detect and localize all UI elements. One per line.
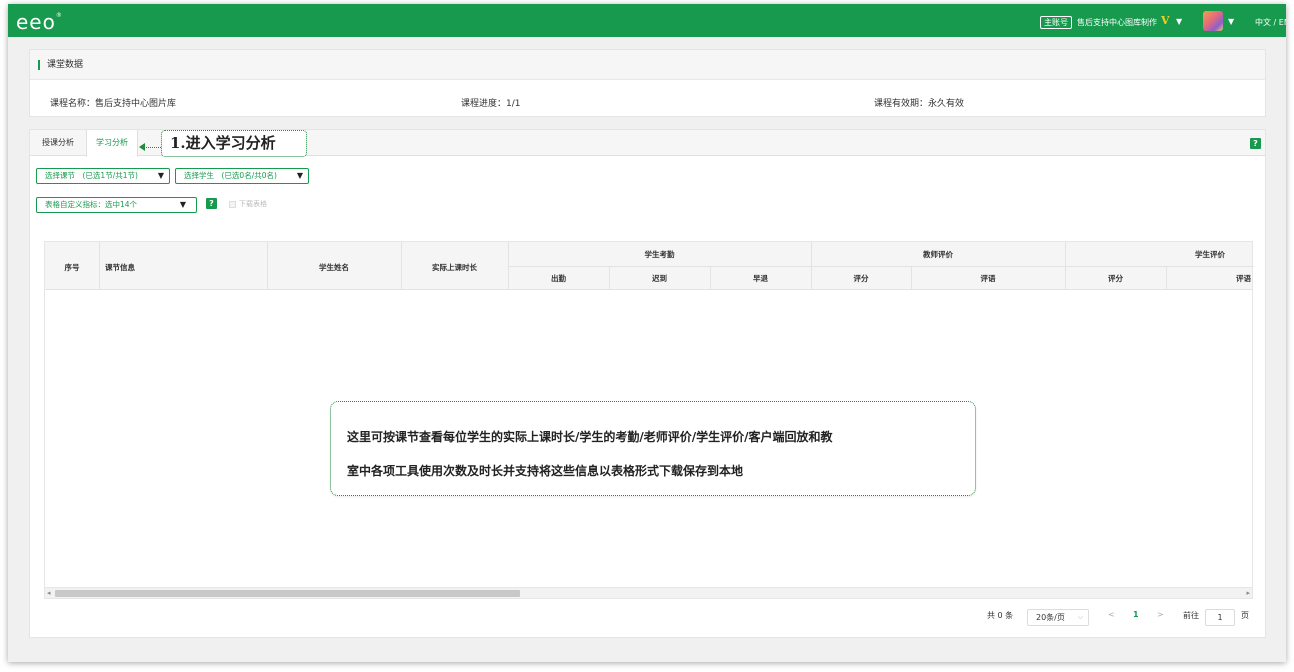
custom-columns-label: 表格自定义指标：选中14个: [45, 200, 138, 209]
download-checkbox-icon: [229, 200, 236, 208]
help-icon[interactable]: ?: [1250, 138, 1261, 149]
horizontal-scrollbar[interactable]: ◂ ▸: [45, 587, 1252, 598]
th-teacher-eval: 教师评价: [923, 250, 953, 259]
callout-connector: [143, 147, 163, 148]
total-count: 共 0 条: [987, 611, 1014, 620]
scrollbar-thumb[interactable]: [55, 590, 520, 597]
course-progress: 课程进度：1/1: [461, 99, 521, 109]
callout-line-2: 室中各项工具使用次数及时长并支持将这些信息以表格形式下载保存到本地: [347, 464, 744, 478]
page-number-current[interactable]: 1: [1133, 610, 1139, 619]
th-student-comment: 评语: [1236, 274, 1251, 283]
tab-teaching-analysis[interactable]: 授课分析: [30, 130, 86, 156]
course-validity: 课程有效期：永久有效: [874, 99, 965, 109]
course-info-panel: 课堂数据 课程名称：售后支持中心图片库 课程进度：1/1 课程有效期：永久有效: [29, 49, 1266, 117]
th-teacher-score: 评分: [853, 274, 869, 283]
caret-down-icon: ▼: [296, 171, 303, 180]
avatar-dropdown-caret-icon[interactable]: ▼: [1228, 17, 1234, 26]
course-name: 课程名称：售后支持中心图片库: [50, 99, 177, 109]
top-navigation-bar: eeo® 主账号 售后支持中心图库制作 V ▼ ▼ 中文 / EN: [8, 4, 1286, 37]
th-attendance: 学生考勤: [644, 250, 675, 259]
registered-mark: ®: [55, 12, 63, 19]
next-page-button[interactable]: >: [1157, 610, 1164, 619]
scroll-left-icon[interactable]: ◂: [47, 588, 51, 599]
chevron-down-icon: ⌵: [1077, 613, 1083, 621]
tab-callout: 1.进入学习分析: [161, 130, 307, 157]
caret-down-icon: ▼: [157, 171, 164, 180]
goto-label: 前往: [1183, 611, 1199, 620]
app-window: eeo® 主账号 售后支持中心图库制作 V ▼ ▼ 中文 / EN 课堂数据 课…: [8, 4, 1286, 662]
main-account-badge: 主账号: [1040, 16, 1072, 29]
th-teacher-comment: 评语: [980, 274, 996, 283]
logo-text: eeo: [16, 10, 56, 34]
callout-line-1: 这里可按课节查看每位学生的实际上课时长/学生的考勤/老师评价/学生评价/客户端回…: [347, 430, 833, 444]
th-student-name: 学生姓名: [319, 263, 349, 272]
vip-v-icon: V: [1161, 14, 1170, 27]
analysis-panel: 授课分析 学习分析 ? 1.进入学习分析 选择课节 (已选1节/共1节) ▼ 选择…: [29, 129, 1266, 638]
feature-description-callout: 这里可按课节查看每位学生的实际上课时长/学生的考勤/老师评价/学生评价/客户端回…: [330, 401, 976, 496]
lesson-select-label: 选择课节 (已选1节/共1节): [45, 171, 138, 180]
page-unit-label: 页: [1241, 611, 1249, 620]
lesson-select[interactable]: 选择课节 (已选1节/共1节) ▼: [36, 168, 170, 184]
tab-learning-analysis[interactable]: 学习分析: [86, 130, 138, 157]
prev-page-button[interactable]: <: [1108, 610, 1115, 619]
eeo-logo[interactable]: eeo®: [16, 10, 63, 34]
page-size-label: 20条/页: [1036, 613, 1065, 622]
student-select[interactable]: 选择学生 (已选0名/共0名) ▼: [175, 168, 309, 184]
section-title: 课堂数据: [38, 60, 83, 70]
download-table-button: 下载表格: [229, 199, 267, 209]
th-present: 出勤: [551, 274, 566, 283]
th-student-eval: 学生评价: [1195, 250, 1225, 259]
th-lesson-info: 课节信息: [105, 263, 135, 272]
scroll-right-icon[interactable]: ▸: [1246, 588, 1250, 599]
user-avatar[interactable]: [1203, 11, 1223, 31]
download-label: 下载表格: [239, 200, 267, 208]
table-header: 序号 课节信息 学生姓名 实际上课时长 学生考勤 出勤 迟到 早退 教师评价 评…: [45, 242, 1254, 290]
page-size-select[interactable]: 20条/页 ⌵: [1027, 609, 1089, 626]
th-late: 迟到: [652, 274, 667, 283]
th-leave-early: 早退: [753, 274, 768, 283]
student-select-label: 选择学生 (已选0名/共0名): [184, 171, 277, 180]
header-row-divider: [508, 266, 1254, 267]
th-actual-duration: 实际上课时长: [432, 263, 477, 272]
course-info-header: 课堂数据: [30, 50, 1265, 80]
account-dropdown-caret-icon[interactable]: ▼: [1176, 17, 1182, 26]
columns-help-icon[interactable]: ?: [206, 198, 217, 209]
goto-page-input[interactable]: 1: [1205, 609, 1235, 626]
custom-columns-select[interactable]: 表格自定义指标：选中14个 ▼: [36, 197, 197, 213]
column-divider: [99, 242, 100, 290]
caret-down-icon: ▼: [179, 200, 186, 209]
th-index: 序号: [64, 263, 80, 272]
account-name[interactable]: 售后支持中心图库制作: [1077, 17, 1157, 28]
th-student-score: 评分: [1108, 274, 1123, 283]
language-switch[interactable]: 中文 / EN: [1255, 17, 1286, 28]
